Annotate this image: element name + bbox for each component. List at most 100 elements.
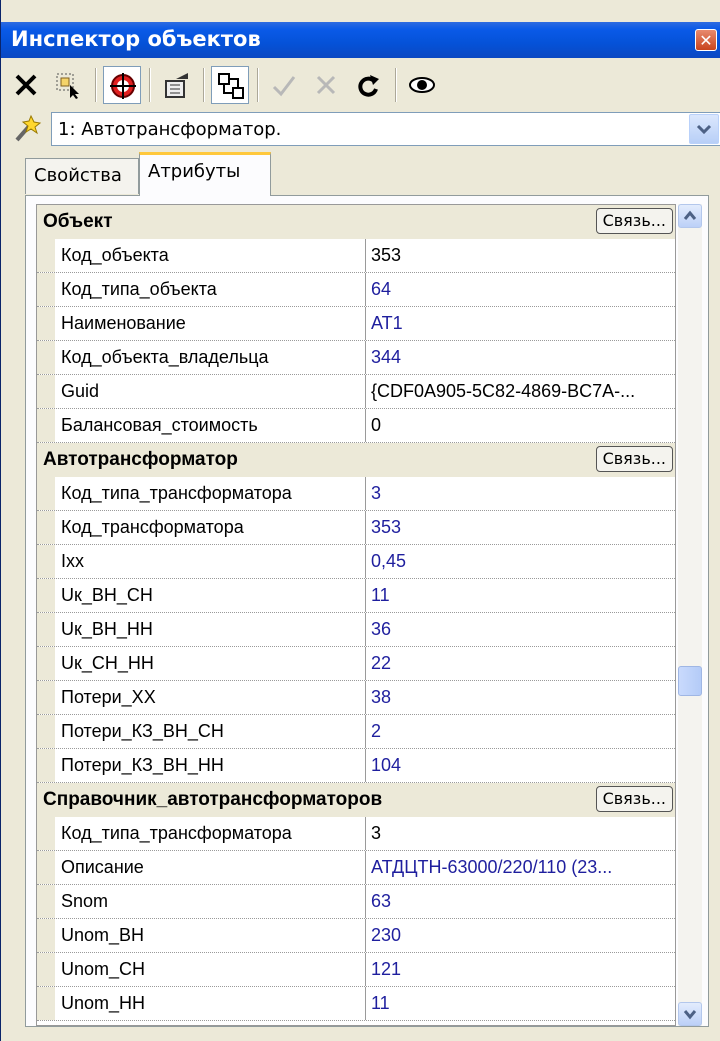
scheme-button[interactable] [211, 66, 249, 104]
select-objects-icon [56, 73, 79, 99]
attribute-name-text: Ixx [61, 551, 85, 571]
attribute-name: Потери_КЗ_ВН_НН [37, 749, 366, 782]
attribute-value[interactable]: 64 [371, 279, 671, 300]
attribute-value[interactable]: 38 [371, 687, 671, 708]
attribute-row[interactable]: Код_объекта_владельца 344 [37, 341, 675, 375]
link-button[interactable]: Связь... [595, 786, 673, 812]
attribute-name-text: Балансовая_стоимость [61, 415, 258, 435]
vertical-scrollbar[interactable] [678, 204, 702, 1026]
attribute-value[interactable]: 22 [371, 653, 671, 674]
attribute-value[interactable]: 230 [371, 925, 671, 946]
attribute-row[interactable]: Код_типа_объекта 64 [37, 273, 675, 307]
attribute-value[interactable]: АТДЦТН-63000/220/110 (23... [371, 857, 671, 878]
attribute-row[interactable]: Unom_НН 11 [37, 987, 675, 1021]
refresh-button[interactable] [349, 66, 387, 104]
link-button[interactable]: Связь... [595, 208, 673, 234]
attribute-name-text: Потери_XX [61, 687, 156, 707]
attribute-row[interactable]: Unom_ВН 230 [37, 919, 675, 953]
cancel-button[interactable] [307, 66, 345, 104]
scroll-down-button[interactable] [678, 1002, 702, 1026]
scheme-icon [218, 73, 244, 99]
link-button[interactable]: Связь... [595, 446, 673, 472]
attribute-name: Код_объекта [37, 239, 366, 272]
attribute-name-text: Uк_ВН_СН [61, 585, 153, 605]
refresh-icon [358, 75, 379, 97]
attribute-name: Guid [37, 375, 366, 408]
attribute-name-text: Код_объекта [61, 245, 169, 265]
window-title: Инспектор объектов [11, 27, 261, 51]
attribute-name: Описание [37, 851, 366, 884]
dropdown-button[interactable] [689, 114, 719, 144]
attribute-value[interactable]: 353 [371, 245, 671, 266]
attribute-value[interactable]: 11 [371, 585, 671, 606]
object-select[interactable]: 1: Автотрансформатор. [51, 112, 720, 146]
attribute-row[interactable]: Ixx 0,45 [37, 545, 675, 579]
attribute-value[interactable]: 121 [371, 959, 671, 980]
scroll-up-button[interactable] [678, 204, 702, 228]
section-header: Справочник_автотрансформаторов Связь... [37, 783, 675, 817]
attribute-name-text: Наименование [61, 313, 186, 333]
apply-icon [272, 76, 296, 97]
attribute-value[interactable]: 353 [371, 517, 671, 538]
properties-button[interactable] [157, 66, 195, 104]
tab-properties[interactable]: Свойства [25, 158, 139, 194]
attribute-row[interactable]: Описание АТДЦТН-63000/220/110 (23... [37, 851, 675, 885]
section-header: Автотрансформатор Связь... [37, 443, 675, 477]
attribute-row[interactable]: Uк_ВН_НН 36 [37, 613, 675, 647]
attribute-value[interactable]: 11 [371, 993, 671, 1014]
scroll-thumb[interactable] [678, 666, 702, 696]
attribute-row[interactable]: Код_типа_трансформатора 3 [37, 477, 675, 511]
attribute-row[interactable]: Потери_XX 38 [37, 681, 675, 715]
attribute-row[interactable]: Uк_ВН_СН 11 [37, 579, 675, 613]
attribute-row[interactable]: Guid {CDF0A905-5C82-4869-BC7A-... [37, 375, 675, 409]
attribute-name: Unom_СН [37, 953, 366, 986]
wand-icon [15, 114, 42, 142]
view-button[interactable] [403, 66, 441, 104]
attribute-row[interactable]: Потери_КЗ_ВН_СН 2 [37, 715, 675, 749]
tab-attributes[interactable]: Атрибуты [139, 152, 271, 196]
attribute-name-text: Код_типа_трансформатора [61, 823, 292, 843]
attribute-value[interactable]: 344 [371, 347, 671, 368]
attribute-value[interactable]: 3 [371, 823, 671, 844]
apply-button[interactable] [265, 66, 303, 104]
attribute-row[interactable]: Код_трансформатора 353 [37, 511, 675, 545]
target-button[interactable] [103, 66, 141, 104]
attribute-value[interactable]: 36 [371, 619, 671, 640]
attribute-name-text: Guid [61, 381, 100, 401]
attribute-row[interactable]: Код_типа_трансформатора 3 [37, 817, 675, 851]
attribute-value[interactable]: 0 [371, 415, 671, 436]
attribute-name-text: Код_трансформатора [61, 517, 244, 537]
view-icon [409, 77, 435, 93]
delete-icon [15, 74, 37, 96]
attribute-row[interactable]: Код_объекта 353 [37, 239, 675, 273]
attribute-value[interactable]: 104 [371, 755, 671, 776]
attribute-name: Потери_XX [37, 681, 366, 714]
select-objects-button[interactable] [49, 66, 87, 104]
section-title: Автотрансформатор [43, 449, 238, 470]
object-inspector-window: Инспектор объектов ✕ 1: Автотрансформато… [0, 0, 720, 1041]
attribute-row[interactable]: Наименование АТ1 [37, 307, 675, 341]
attribute-row[interactable]: Snom 63 [37, 885, 675, 919]
chevron-up-icon [683, 210, 697, 220]
attribute-name: Snom [37, 885, 366, 918]
close-button[interactable]: ✕ [695, 29, 717, 51]
attribute-name-text: Код_типа_объекта [61, 279, 217, 299]
attribute-value[interactable]: {CDF0A905-5C82-4869-BC7A-... [371, 381, 671, 402]
attribute-value[interactable]: АТ1 [371, 313, 671, 334]
attribute-name: Uк_СН_НН [37, 647, 366, 680]
attribute-name-text: Код_объекта_владельца [61, 347, 269, 367]
attribute-value[interactable]: 3 [371, 483, 671, 504]
attribute-row[interactable]: Unom_СН 121 [37, 953, 675, 987]
attribute-name: Unom_ВН [37, 919, 366, 952]
object-selector-row: 1: Автотрансформатор. [7, 110, 720, 150]
attribute-row[interactable]: Uк_СН_НН 22 [37, 647, 675, 681]
attribute-value[interactable]: 0,45 [371, 551, 671, 572]
attribute-name-text: Описание [61, 857, 144, 877]
attribute-row[interactable]: Потери_КЗ_ВН_НН 104 [37, 749, 675, 783]
delete-button[interactable] [7, 66, 45, 104]
attribute-value[interactable]: 2 [371, 721, 671, 742]
attribute-name: Балансовая_стоимость [37, 409, 366, 442]
attribute-row[interactable]: Балансовая_стоимость 0 [37, 409, 675, 443]
attribute-value[interactable]: 63 [371, 891, 671, 912]
title-bar[interactable]: Инспектор объектов ✕ [1, 22, 720, 58]
